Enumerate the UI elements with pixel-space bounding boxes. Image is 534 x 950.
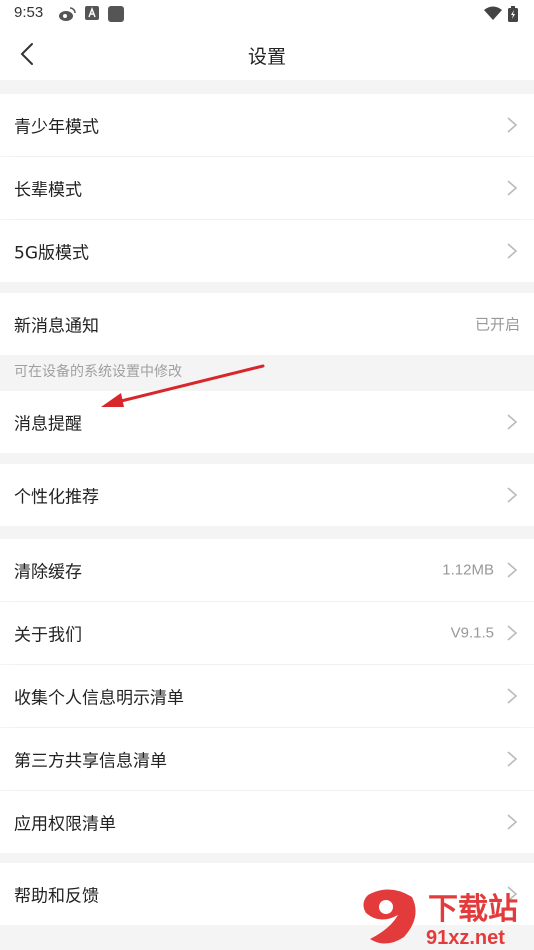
clear-cache-row[interactable]: 清除缓存 1.12MB xyxy=(0,539,534,601)
annotation-arrow-icon xyxy=(101,364,265,407)
chevron-right-icon xyxy=(507,414,518,430)
5g-mode-label: 5G版模式 xyxy=(14,243,89,264)
third-party-share-row[interactable]: 第三方共享信息清单 xyxy=(0,728,534,790)
status-time: 9:53 xyxy=(14,4,44,21)
about-us-label: 关于我们 xyxy=(14,625,82,646)
chevron-right-icon xyxy=(507,751,518,767)
app-permission-row[interactable]: 应用权限清单 xyxy=(0,791,534,853)
weibo-icon xyxy=(59,7,76,21)
app-permission-label: 应用权限清单 xyxy=(14,814,116,835)
new-message-notify-label: 新消息通知 xyxy=(14,316,99,337)
wifi-icon xyxy=(484,6,502,20)
clear-cache-label: 清除缓存 xyxy=(14,562,82,583)
watermark-text: 下载站 xyxy=(428,892,518,927)
version-value: V9.1.5 xyxy=(450,624,494,642)
watermark-logo: 下载站 91xz.net xyxy=(363,889,518,949)
page-title: 设置 xyxy=(247,46,286,68)
chevron-right-icon xyxy=(507,487,518,503)
chevron-right-icon xyxy=(507,814,518,830)
chevron-right-icon xyxy=(507,117,518,133)
battery-icon xyxy=(508,6,518,22)
chevron-right-icon xyxy=(507,180,518,196)
chevron-right-icon xyxy=(507,688,518,704)
cache-size-value: 1.12MB xyxy=(442,561,494,579)
message-reminder-label: 消息提醒 xyxy=(14,414,82,435)
square-app-icon xyxy=(108,6,124,22)
third-party-share-label: 第三方共享信息清单 xyxy=(14,751,167,772)
elder-mode-row[interactable]: 长辈模式 xyxy=(0,157,534,219)
personal-info-list-label: 收集个人信息明示清单 xyxy=(14,688,184,709)
chevron-right-icon xyxy=(507,243,518,259)
chevron-right-icon xyxy=(507,625,518,641)
5g-mode-row[interactable]: 5G版模式 xyxy=(0,220,534,282)
personal-recommend-label: 个性化推荐 xyxy=(14,487,99,508)
personal-recommend-row[interactable]: 个性化推荐 xyxy=(0,464,534,526)
new-message-notify-row[interactable]: 新消息通知 已开启 xyxy=(0,293,534,355)
teen-mode-row[interactable]: 青少年模式 xyxy=(0,94,534,156)
status-bar: 9:53 xyxy=(0,0,534,28)
personal-info-list-row[interactable]: 收集个人信息明示清单 xyxy=(0,665,534,727)
about-us-row[interactable]: 关于我们 V9.1.5 xyxy=(0,602,534,664)
chevron-right-icon xyxy=(507,562,518,578)
nav-header: 设置 xyxy=(0,28,534,80)
app-notification-icon xyxy=(85,6,99,20)
watermark-domain: 91xz.net xyxy=(426,927,505,949)
elder-mode-label: 长辈模式 xyxy=(14,180,82,201)
teen-mode-label: 青少年模式 xyxy=(14,117,99,138)
help-feedback-label: 帮助和反馈 xyxy=(14,886,99,907)
notify-status-value: 已开启 xyxy=(474,316,520,334)
